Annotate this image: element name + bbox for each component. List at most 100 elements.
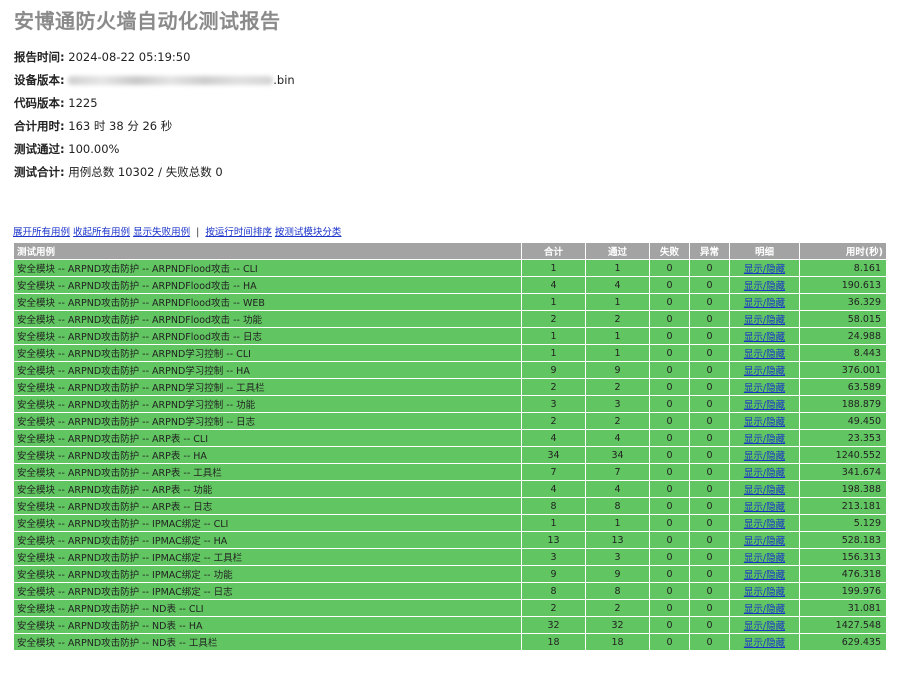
group-by-module-link[interactable]: 按测试模块分类 — [275, 227, 342, 238]
toggle-detail-link[interactable]: 显示/隐藏 — [744, 281, 785, 292]
results-table: 测试用例 合计 通过 失败 异常 明细 用时(秒) 安全模块 -- ARPND攻… — [13, 242, 887, 651]
expand-all-link[interactable]: 展开所有用例 — [13, 227, 70, 238]
table-row: 安全模块 -- ARPND攻击防护 -- ARP表 -- CLI 4 4 0 0 显示/隐… — [13, 429, 887, 447]
pass-count: 2 — [585, 599, 650, 617]
pass-count: 13 — [585, 531, 650, 549]
toggle-detail-link[interactable]: 显示/隐藏 — [744, 349, 785, 360]
info-code-version: 代码版本: 1225 — [14, 92, 295, 115]
toggle-detail-link[interactable]: 显示/隐藏 — [744, 638, 785, 649]
detail-cell: 显示/隐藏 — [729, 344, 800, 362]
detail-cell: 显示/隐藏 — [729, 327, 800, 345]
test-case-name: 安全模块 -- ARPND攻击防护 -- IPMAC绑定 -- CLI — [13, 514, 522, 532]
duration: 528.183 — [799, 531, 887, 549]
toggle-detail-link[interactable]: 显示/隐藏 — [744, 434, 785, 445]
error-count: 0 — [689, 429, 730, 447]
info-value: 用例总数 10302 / 失败总数 0 — [68, 165, 223, 179]
fail-count: 0 — [649, 497, 690, 515]
info-value: 163 时 38 分 26 秒 — [68, 119, 173, 133]
detail-cell: 显示/隐藏 — [729, 633, 800, 651]
toggle-detail-link[interactable]: 显示/隐藏 — [744, 383, 785, 394]
duration: 24.988 — [799, 327, 887, 345]
duration: 190.613 — [799, 276, 887, 294]
total-count: 9 — [521, 565, 586, 583]
column-header-test-case: 测试用例 — [13, 242, 522, 260]
total-count: 13 — [521, 531, 586, 549]
pass-count: 2 — [585, 378, 650, 396]
table-row: 安全模块 -- ARPND攻击防护 -- ARPND学习控制 -- HA 9 9 0 0… — [13, 361, 887, 379]
toggle-detail-link[interactable]: 显示/隐藏 — [744, 451, 785, 462]
toggle-detail-link[interactable]: 显示/隐藏 — [744, 519, 785, 530]
total-count: 4 — [521, 276, 586, 294]
test-case-name: 安全模块 -- ARPND攻击防护 -- ARPNDFlood攻击 -- 功能 — [13, 310, 522, 328]
duration: 1427.548 — [799, 616, 887, 634]
detail-cell: 显示/隐藏 — [729, 259, 800, 277]
toggle-detail-link[interactable]: 显示/隐藏 — [744, 621, 785, 632]
toggle-detail-link[interactable]: 显示/隐藏 — [744, 332, 785, 343]
fail-count: 0 — [649, 327, 690, 345]
show-failed-link[interactable]: 显示失败用例 — [133, 227, 190, 238]
test-case-name: 安全模块 -- ARPND攻击防护 -- ARP表 -- 日志 — [13, 497, 522, 515]
pass-count: 1 — [585, 293, 650, 311]
toggle-detail-link[interactable]: 显示/隐藏 — [744, 315, 785, 326]
detail-cell: 显示/隐藏 — [729, 531, 800, 549]
test-case-name: 安全模块 -- ARPND攻击防护 -- ARP表 -- 功能 — [13, 480, 522, 498]
total-count: 1 — [521, 327, 586, 345]
toggle-detail-link[interactable]: 显示/隐藏 — [744, 502, 785, 513]
error-count: 0 — [689, 310, 730, 328]
detail-cell: 显示/隐藏 — [729, 412, 800, 430]
detail-cell: 显示/隐藏 — [729, 582, 800, 600]
column-header-detail: 明细 — [729, 242, 800, 260]
info-label: 测试通过: — [14, 142, 65, 156]
toggle-detail-link[interactable]: 显示/隐藏 — [744, 553, 785, 564]
toggle-detail-link[interactable]: 显示/隐藏 — [744, 264, 785, 275]
total-count: 8 — [521, 582, 586, 600]
table-row: 安全模块 -- ARPND攻击防护 -- ARPND学习控制 -- 日志 2 2 0 0… — [13, 412, 887, 430]
table-row: 安全模块 -- ARPND攻击防护 -- ARPNDFlood攻击 -- CLI… — [13, 259, 887, 277]
sort-by-time-link[interactable]: 按运行时间排序 — [205, 227, 272, 238]
pass-count: 9 — [585, 361, 650, 379]
toggle-detail-link[interactable]: 显示/隐藏 — [744, 536, 785, 547]
pass-count: 1 — [585, 327, 650, 345]
test-case-name: 安全模块 -- ARPND攻击防护 -- IPMAC绑定 -- 功能 — [13, 565, 522, 583]
pass-count: 9 — [585, 565, 650, 583]
pass-count: 18 — [585, 633, 650, 651]
toggle-detail-link[interactable]: 显示/隐藏 — [744, 570, 785, 581]
detail-cell: 显示/隐藏 — [729, 446, 800, 464]
total-count: 1 — [521, 344, 586, 362]
fail-count: 0 — [649, 378, 690, 396]
duration: 198.388 — [799, 480, 887, 498]
fail-count: 0 — [649, 344, 690, 362]
duration: 213.181 — [799, 497, 887, 515]
toggle-detail-link[interactable]: 显示/隐藏 — [744, 604, 785, 615]
table-row: 安全模块 -- ARPND攻击防护 -- IPMAC绑定 -- 日志 8 8 0 0 显示… — [13, 582, 887, 600]
detail-cell: 显示/隐藏 — [729, 378, 800, 396]
toggle-detail-link[interactable]: 显示/隐藏 — [744, 485, 785, 496]
info-label: 设备版本: — [14, 73, 65, 87]
toggle-detail-link[interactable]: 显示/隐藏 — [744, 468, 785, 479]
toggle-detail-link[interactable]: 显示/隐藏 — [744, 366, 785, 377]
table-row: 安全模块 -- ARPND攻击防护 -- ARPNDFlood攻击 -- 功能 2… — [13, 310, 887, 328]
pass-count: 8 — [585, 497, 650, 515]
table-row: 安全模块 -- ARPND攻击防护 -- ARP表 -- 日志 8 8 0 0 显示/隐藏… — [13, 497, 887, 515]
fail-count: 0 — [649, 412, 690, 430]
table-row: 安全模块 -- ARPND攻击防护 -- ARPND学习控制 -- CLI 1 1 0… — [13, 344, 887, 362]
detail-cell: 显示/隐藏 — [729, 293, 800, 311]
detail-cell: 显示/隐藏 — [729, 361, 800, 379]
duration: 8.161 — [799, 259, 887, 277]
toggle-detail-link[interactable]: 显示/隐藏 — [744, 298, 785, 309]
test-case-name: 安全模块 -- ARPND攻击防护 -- IPMAC绑定 -- 日志 — [13, 582, 522, 600]
duration: 5.129 — [799, 514, 887, 532]
total-count: 1 — [521, 514, 586, 532]
toggle-detail-link[interactable]: 显示/隐藏 — [744, 400, 785, 411]
info-label: 测试合计: — [14, 165, 65, 179]
table-row: 安全模块 -- ARPND攻击防护 -- ND表 -- CLI 2 2 0 0 显示/隐藏… — [13, 599, 887, 617]
toggle-detail-link[interactable]: 显示/隐藏 — [744, 587, 785, 598]
error-count: 0 — [689, 259, 730, 277]
collapse-all-link[interactable]: 收起所有用例 — [73, 227, 130, 238]
toggle-detail-link[interactable]: 显示/隐藏 — [744, 417, 785, 428]
table-header-row: 测试用例 合计 通过 失败 异常 明细 用时(秒) — [13, 242, 887, 260]
detail-cell: 显示/隐藏 — [729, 310, 800, 328]
detail-cell: 显示/隐藏 — [729, 395, 800, 413]
detail-cell: 显示/隐藏 — [729, 565, 800, 583]
fail-count: 0 — [649, 463, 690, 481]
